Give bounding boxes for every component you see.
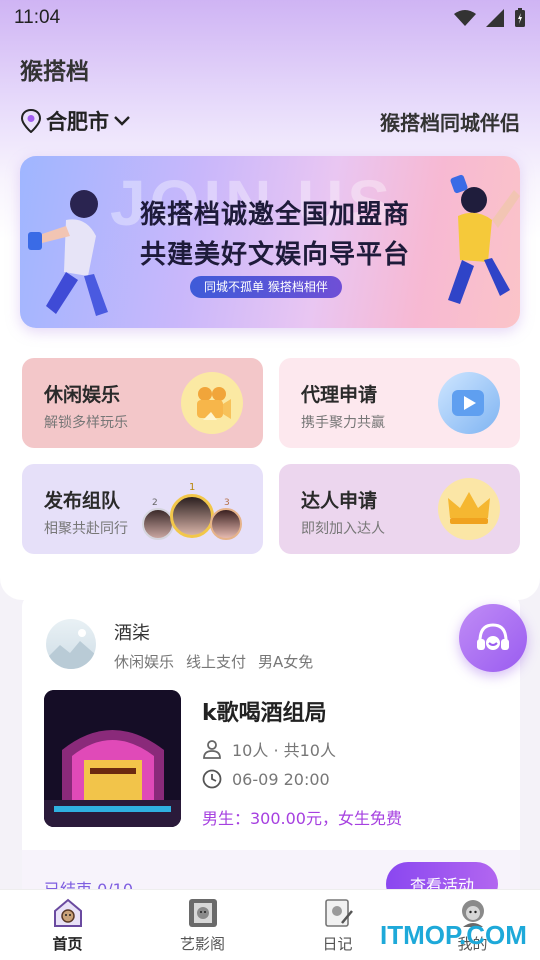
card-title: 代理申请 xyxy=(301,384,378,406)
header-slogan: 猴搭档同城伴侣 xyxy=(380,110,520,135)
avatars-ranking-icon: 2 1 3 xyxy=(140,482,250,552)
banner-right-figure xyxy=(448,174,520,304)
location-pin-icon xyxy=(20,109,42,133)
tag: 男A女免 xyxy=(258,653,314,671)
card-agent-apply[interactable]: 代理申请 携手聚力共赢 xyxy=(279,358,520,448)
promo-banner[interactable]: JOIN US 猴搭档诚邀全国加盟商 共建美好文娱向导平台 同城不孤单 猴搭档相… xyxy=(20,156,520,328)
person-icon xyxy=(203,740,221,759)
card-leisure[interactable]: 休闲娱乐 解锁多样玩乐 xyxy=(22,358,263,448)
banner-left-figure xyxy=(28,190,108,316)
battery-icon xyxy=(515,8,525,27)
film-monkey-icon xyxy=(188,898,217,927)
watermark-text: ITMOP.COM xyxy=(380,920,527,950)
card-subtitle: 相聚共赴同行 xyxy=(44,521,128,537)
tab-film-gallery[interactable]: 艺影阁 xyxy=(135,890,270,960)
home-monkey-icon xyxy=(53,898,82,927)
video-play-icon xyxy=(438,372,500,434)
card-subtitle: 携手聚力共赢 xyxy=(301,415,385,431)
city-selector[interactable]: 合肥市 xyxy=(20,106,131,136)
location-row: 合肥市 猴搭档同城伴侣 xyxy=(20,104,520,138)
rank-badge-2: 2 xyxy=(152,498,158,508)
crown-icon xyxy=(438,478,500,540)
tab-label: 艺影阁 xyxy=(179,934,225,953)
wifi-icon xyxy=(454,10,476,26)
event-thumbnail xyxy=(44,690,181,827)
host-name: 酒柒 xyxy=(114,623,150,644)
card-title: 休闲娱乐 xyxy=(44,384,121,406)
tab-home[interactable]: 首页 xyxy=(0,890,135,960)
banner-headline-2: 共建美好文娱向导平台 xyxy=(139,240,410,270)
avatar-rank-1 xyxy=(170,494,214,538)
status-bar: 11:04 xyxy=(0,0,540,36)
customer-service-button[interactable] xyxy=(459,604,527,672)
event-price: 男生：300.00元，女生免费 xyxy=(202,809,402,828)
card-subtitle: 解锁多样玩乐 xyxy=(44,415,128,431)
card-talent-apply[interactable]: 达人申请 即刻加入达人 xyxy=(279,464,520,554)
avatar-rank-3 xyxy=(210,508,242,540)
clock-icon xyxy=(202,769,222,789)
event-time-row: 06-09 20:00 xyxy=(202,769,330,789)
banner-tagline: 同城不孤单 猴搭档相伴 xyxy=(190,276,342,298)
tag: 线上支付 xyxy=(186,653,247,671)
event-title: k歌喝酒组局 xyxy=(202,701,327,726)
event-card[interactable]: 酒柒 休闲娱乐 线上支付 男A女免 k歌喝酒组局 10人 · 共10人 06-0… xyxy=(22,593,520,913)
app-title: 猴搭档 xyxy=(20,59,89,85)
headset-icon xyxy=(477,623,509,650)
chevron-down-icon xyxy=(114,116,130,126)
event-people: 10人 · 共10人 xyxy=(232,741,336,760)
status-icons xyxy=(454,8,526,28)
tab-label: 日记 xyxy=(322,934,353,953)
card-subtitle: 即刻加入达人 xyxy=(301,521,385,537)
card-title: 达人申请 xyxy=(301,490,378,512)
signal-icon xyxy=(486,9,504,27)
status-time: 11:04 xyxy=(14,7,61,28)
tag: 休闲娱乐 xyxy=(114,653,175,671)
city-name: 合肥市 xyxy=(46,110,109,134)
diary-monkey-icon xyxy=(324,898,353,927)
camera-icon xyxy=(181,372,243,434)
event-people-row: 10人 · 共10人 xyxy=(202,737,336,761)
tab-label: 首页 xyxy=(52,934,83,953)
event-time: 06-09 20:00 xyxy=(232,769,330,789)
rank-badge-3: 3 xyxy=(224,498,230,508)
host-tags: 休闲娱乐 线上支付 男A女免 xyxy=(114,651,313,672)
card-team-post[interactable]: 发布组队 相聚共赴同行 2 1 3 xyxy=(22,464,263,554)
card-title: 发布组队 xyxy=(44,490,121,512)
banner-headline-1: 猴搭档诚邀全国加盟商 xyxy=(139,200,410,230)
host-avatar xyxy=(46,619,96,669)
rank-badge-1: 1 xyxy=(189,482,196,493)
